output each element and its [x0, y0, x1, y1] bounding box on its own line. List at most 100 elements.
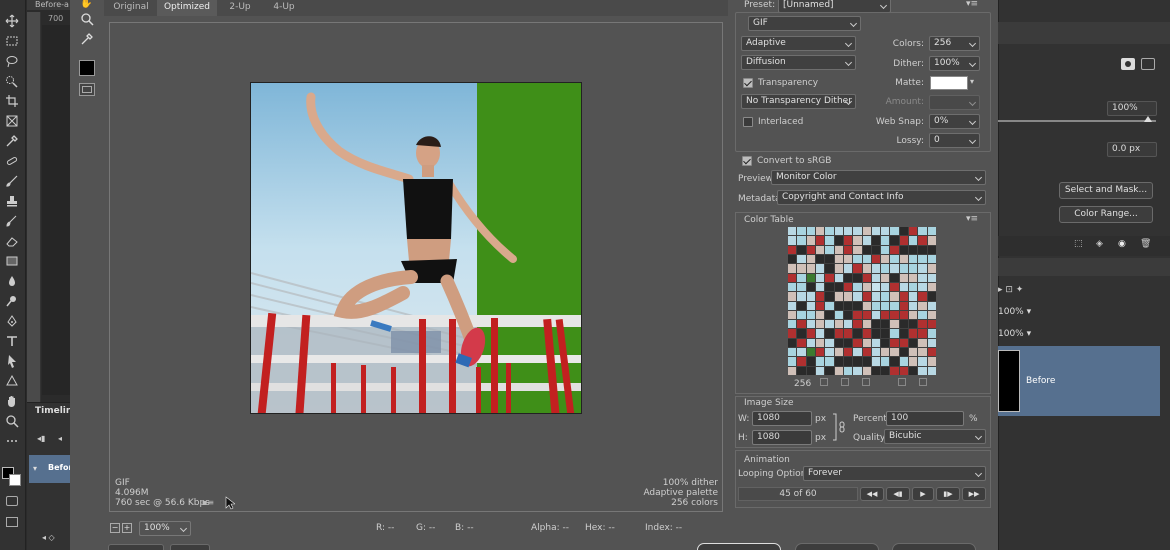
- color-swatch[interactable]: [825, 236, 834, 245]
- lock-color-icon[interactable]: [862, 378, 870, 386]
- color-swatch[interactable]: [899, 254, 909, 264]
- color-swatch[interactable]: [815, 338, 825, 348]
- color-swatch[interactable]: [853, 357, 862, 366]
- tool-crop-icon[interactable]: [3, 93, 21, 109]
- color-swatch[interactable]: [899, 338, 909, 348]
- color-swatch[interactable]: [881, 254, 890, 264]
- quality-select[interactable]: Bicubic: [884, 429, 986, 444]
- color-swatch[interactable]: [871, 320, 881, 329]
- color-swatch[interactable]: [909, 292, 918, 301]
- color-swatch[interactable]: [843, 338, 853, 348]
- color-swatch[interactable]: [788, 236, 797, 245]
- color-swatch[interactable]: [871, 236, 881, 245]
- color-swatch[interactable]: [797, 227, 806, 236]
- color-swatch[interactable]: [862, 320, 871, 329]
- color-swatch[interactable]: [918, 301, 927, 310]
- timeline-prev-frame-icon[interactable]: ◂: [58, 434, 62, 443]
- color-swatch[interactable]: [927, 366, 936, 375]
- color-swatch[interactable]: [797, 264, 806, 273]
- shift-transparent-icon[interactable]: [841, 378, 849, 386]
- color-swatch[interactable]: [918, 264, 927, 273]
- color-swatch[interactable]: [806, 236, 815, 245]
- zoom-tool-icon[interactable]: [80, 12, 94, 29]
- height-input[interactable]: 1080: [752, 430, 812, 445]
- color-swatch[interactable]: [909, 310, 918, 320]
- tool-type-icon[interactable]: [3, 333, 21, 349]
- preset-menu-icon[interactable]: ▾≡: [966, 0, 978, 9]
- preview-button[interactable]: [108, 544, 164, 550]
- color-swatch[interactable]: [788, 264, 797, 273]
- color-swatch[interactable]: [871, 301, 881, 310]
- color-swatch[interactable]: [853, 348, 862, 357]
- color-swatch[interactable]: [862, 236, 871, 245]
- color-swatch[interactable]: [815, 348, 825, 357]
- color-table-grid[interactable]: [788, 227, 936, 375]
- color-swatch[interactable]: [918, 320, 927, 329]
- color-swatch[interactable]: [871, 273, 881, 282]
- load-selection-icon[interactable]: ⬚: [1074, 239, 1083, 249]
- tool-lasso-icon[interactable]: [3, 53, 21, 69]
- color-swatch[interactable]: [825, 310, 834, 320]
- color-swatch[interactable]: [871, 357, 881, 366]
- color-swatch[interactable]: [788, 273, 797, 282]
- color-swatch[interactable]: [797, 254, 806, 264]
- amount-select[interactable]: [929, 95, 980, 110]
- metadata-select[interactable]: Copyright and Contact Info: [777, 190, 986, 205]
- color-swatch[interactable]: [825, 329, 834, 338]
- last-frame-button[interactable]: ▶▶: [962, 487, 986, 501]
- timeline-first-frame-icon[interactable]: ◂▮: [37, 434, 45, 443]
- color-swatch[interactable]: [834, 227, 843, 236]
- color-swatch[interactable]: [862, 254, 871, 264]
- color-swatch[interactable]: [890, 245, 899, 254]
- trash-icon[interactable]: 🗑: [1140, 239, 1151, 249]
- color-swatch[interactable]: [834, 310, 843, 320]
- color-swatch[interactable]: [806, 264, 815, 273]
- color-swatch[interactable]: [918, 292, 927, 301]
- color-swatch[interactable]: [843, 292, 853, 301]
- color-swatch[interactable]: [797, 338, 806, 348]
- color-swatch[interactable]: [890, 348, 899, 357]
- background-color-swatch[interactable]: [9, 474, 21, 486]
- color-swatch[interactable]: [899, 320, 909, 329]
- color-swatch[interactable]: [927, 254, 936, 264]
- color-swatch[interactable]: [862, 273, 871, 282]
- color-swatch[interactable]: [825, 348, 834, 357]
- color-swatch[interactable]: [918, 338, 927, 348]
- color-swatch[interactable]: [918, 348, 927, 357]
- color-swatch[interactable]: [843, 273, 853, 282]
- color-swatch[interactable]: [825, 245, 834, 254]
- color-range-button[interactable]: Color Range...: [1059, 206, 1153, 223]
- color-swatch[interactable]: [843, 245, 853, 254]
- width-input[interactable]: 1080: [752, 411, 812, 426]
- color-swatch[interactable]: [815, 310, 825, 320]
- color-swatch[interactable]: [806, 348, 815, 357]
- color-swatch[interactable]: [853, 301, 862, 310]
- color-swatch[interactable]: [899, 366, 909, 375]
- color-swatch[interactable]: [834, 366, 843, 375]
- color-swatch[interactable]: [890, 273, 899, 282]
- color-swatch[interactable]: [843, 310, 853, 320]
- color-swatch[interactable]: [899, 301, 909, 310]
- color-swatch[interactable]: [815, 301, 825, 310]
- color-swatch[interactable]: [843, 264, 853, 273]
- map-to-web-icon[interactable]: [820, 378, 828, 386]
- preview-select[interactable]: Monitor Color: [771, 170, 986, 185]
- color-swatch[interactable]: [788, 227, 797, 236]
- color-swatch[interactable]: [899, 264, 909, 273]
- color-swatch[interactable]: [788, 310, 797, 320]
- color-swatch[interactable]: [834, 264, 843, 273]
- tool-gradient-icon[interactable]: [3, 253, 21, 269]
- constrain-proportions-icon[interactable]: [832, 412, 846, 442]
- color-swatch[interactable]: [871, 310, 881, 320]
- color-swatch[interactable]: [853, 264, 862, 273]
- color-swatch[interactable]: [834, 254, 843, 264]
- tool-eyedropper-icon[interactable]: [3, 133, 21, 149]
- color-swatch[interactable]: [806, 227, 815, 236]
- color-swatch[interactable]: [806, 282, 815, 292]
- layer-opacity-field[interactable]: 100% ▾: [998, 306, 1036, 320]
- websnap-select[interactable]: 0%: [929, 114, 980, 129]
- color-swatch[interactable]: [788, 292, 797, 301]
- color-swatch[interactable]: [815, 292, 825, 301]
- color-swatch[interactable]: [834, 320, 843, 329]
- color-swatch[interactable]: [815, 236, 825, 245]
